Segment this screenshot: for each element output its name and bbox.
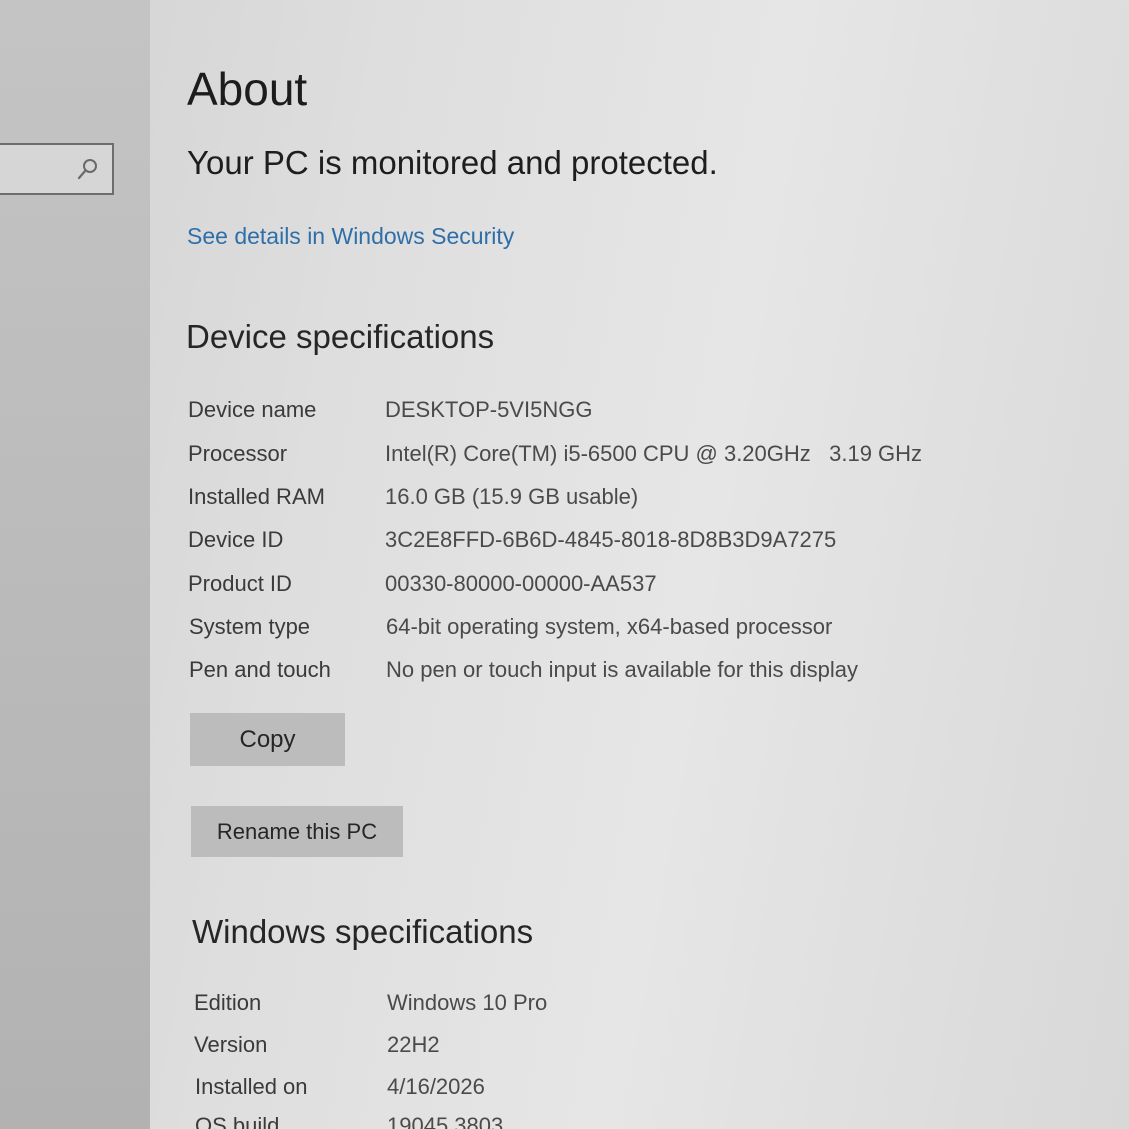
spec-value: 4/16/2026 xyxy=(387,1074,485,1099)
spec-row-installed-on: Installed on 4/16/2026 xyxy=(195,1074,1095,1104)
spec-row-processor: Processor Intel(R) Core(TM) i5-6500 CPU … xyxy=(188,441,1088,471)
spec-value: 3C2E8FFD-6B6D-4845-8018-8D8B3D9A7275 xyxy=(385,527,837,552)
windows-security-link[interactable]: See details in Windows Security xyxy=(187,223,514,250)
spec-label: Version xyxy=(194,1032,268,1057)
spec-row-edition: Edition Windows 10 Pro xyxy=(194,990,1094,1020)
spec-label: Installed on xyxy=(195,1074,308,1099)
spec-label: System type xyxy=(189,614,311,639)
spec-label: Device ID xyxy=(188,527,284,552)
spec-value: 64-bit operating system, x64-based proce… xyxy=(386,614,833,639)
device-specs-heading: Device specifications xyxy=(186,318,495,355)
settings-sidebar xyxy=(0,0,150,1129)
page-title: About xyxy=(187,63,308,115)
protection-status: Your PC is monitored and protected. xyxy=(187,144,718,181)
spec-value: No pen or touch input is available for t… xyxy=(386,657,859,682)
spec-value: Intel(R) Core(TM) i5-6500 CPU @ 3.20GHz … xyxy=(385,441,923,466)
about-content: About Your PC is monitored and protected… xyxy=(150,0,1129,1129)
spec-label: Pen and touch xyxy=(189,657,331,682)
spec-label: Product ID xyxy=(188,571,292,596)
spec-row-system-type: System type 64-bit operating system, x64… xyxy=(189,614,1089,644)
spec-row-device-name: Device name DESKTOP-5VI5NGG xyxy=(188,397,1088,427)
windows-specs-heading: Windows specifications xyxy=(192,913,534,950)
spec-row-device-id: Device ID 3C2E8FFD-6B6D-4845-8018-8D8B3D… xyxy=(188,527,1088,557)
spec-value: 16.0 GB (15.9 GB usable) xyxy=(385,484,639,509)
spec-value: 19045.3803 xyxy=(387,1113,504,1129)
spec-row-os-build: OS build 19045.3803 xyxy=(195,1113,1095,1129)
copy-button[interactable]: Copy xyxy=(190,713,345,766)
spec-label: Processor xyxy=(188,441,288,466)
spec-row-installed-ram: Installed RAM 16.0 GB (15.9 GB usable) xyxy=(188,484,1088,514)
spec-value: DESKTOP-5VI5NGG xyxy=(385,397,593,422)
rename-pc-button[interactable]: Rename this PC xyxy=(191,806,403,857)
spec-label: OS build xyxy=(195,1113,280,1129)
spec-label: Installed RAM xyxy=(188,484,325,509)
about-screen: About Your PC is monitored and protected… xyxy=(0,0,1129,1129)
search-icon[interactable] xyxy=(76,157,100,181)
search-input[interactable] xyxy=(0,143,114,195)
spec-label: Device name xyxy=(188,397,317,422)
spec-value: 22H2 xyxy=(387,1032,440,1057)
spec-value: Windows 10 Pro xyxy=(387,990,548,1015)
spec-row-product-id: Product ID 00330-80000-00000-AA537 xyxy=(188,571,1088,601)
spec-value: 00330-80000-00000-AA537 xyxy=(385,571,657,596)
spec-row-version: Version 22H2 xyxy=(194,1032,1094,1062)
spec-label: Edition xyxy=(194,990,262,1015)
spec-row-pen-touch: Pen and touch No pen or touch input is a… xyxy=(189,657,1089,687)
